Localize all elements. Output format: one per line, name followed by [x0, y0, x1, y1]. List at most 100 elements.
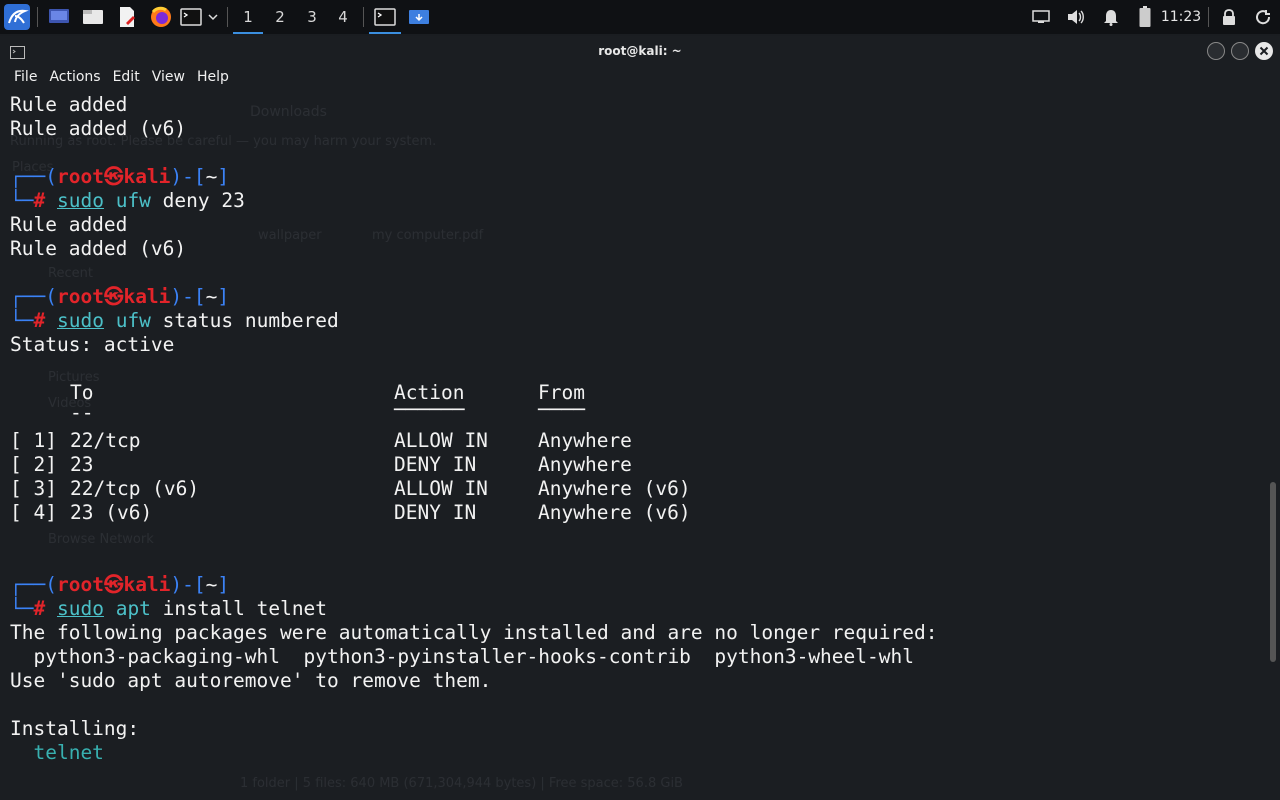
- lock-icon[interactable]: [1216, 0, 1242, 34]
- command-sudo: sudo: [56, 189, 104, 212]
- workspace-2[interactable]: 2: [265, 0, 295, 34]
- workspace-label: 1: [243, 8, 253, 26]
- workspace-4[interactable]: 4: [328, 0, 358, 34]
- show-desktop-icon[interactable]: [45, 0, 73, 34]
- workspace-3[interactable]: 3: [297, 0, 327, 34]
- table-underline-to: --: [70, 401, 94, 424]
- command-line: └─# sudo apt install telnet: [10, 597, 327, 621]
- status-line: Status: active: [10, 333, 175, 356]
- table-row-action: ALLOW IN: [394, 429, 488, 452]
- title-bar[interactable]: root@kali: ~: [0, 36, 1280, 66]
- command-args: install telnet: [150, 597, 328, 620]
- prompt-host: kali: [123, 573, 171, 596]
- prompt-dir: ~: [205, 285, 218, 308]
- prompt-line: ┌──(root㉿kali)-[~]: [10, 165, 229, 189]
- command-line: └─# sudo ufw status numbered: [10, 309, 339, 333]
- command-sudo: sudo: [56, 309, 104, 332]
- output-line: Rule added (v6): [10, 117, 187, 140]
- command-program: ufw: [115, 309, 151, 332]
- maximize-button[interactable]: [1231, 42, 1249, 60]
- table-row-to: 23 (v6): [70, 501, 153, 524]
- clock[interactable]: 11:23: [1158, 0, 1204, 34]
- command-program: apt: [115, 597, 151, 620]
- menu-actions[interactable]: Actions: [43, 66, 106, 88]
- prompt-frame: ┌──(: [10, 573, 57, 596]
- prompt-skull-icon: ㉿: [103, 573, 124, 596]
- menu-bar: File Actions Edit View Help: [0, 66, 235, 88]
- table-underline-from: ────: [538, 398, 585, 421]
- menu-file[interactable]: File: [0, 66, 43, 88]
- menu-edit[interactable]: Edit: [107, 66, 146, 88]
- chevron-down-icon[interactable]: [205, 0, 221, 34]
- menu-view[interactable]: View: [146, 66, 191, 88]
- command-line: └─# sudo ufw deny 23: [10, 189, 245, 213]
- prompt-host: kali: [123, 285, 171, 308]
- scrollbar[interactable]: [1270, 482, 1276, 662]
- table-row-from: Anywhere (v6): [538, 477, 691, 500]
- separator: [1208, 7, 1209, 27]
- prompt-line: ┌──(root㉿kali)-[~]: [10, 573, 229, 597]
- clock-text: 11:23: [1160, 9, 1202, 25]
- separator: [363, 7, 364, 27]
- command-program: ufw: [115, 189, 151, 212]
- terminal-window-icon[interactable]: [369, 0, 401, 34]
- separator: [37, 7, 38, 27]
- command-sudo: sudo: [56, 597, 104, 620]
- terminal-icon[interactable]: [179, 0, 203, 34]
- prompt-frame: ]: [217, 573, 230, 596]
- workspace-label: 4: [338, 8, 348, 26]
- terminal-window: root@kali: ~ File Actions Edit View Help…: [0, 36, 1280, 800]
- text-editor-icon[interactable]: [113, 0, 141, 34]
- output-line: The following packages were automaticall…: [10, 621, 938, 644]
- workspace-1[interactable]: 1: [233, 0, 263, 34]
- workspace-label: 2: [275, 8, 285, 26]
- table-row-num: [ 1]: [10, 429, 57, 452]
- prompt-frame: ]: [217, 285, 230, 308]
- table-row-action: DENY IN: [394, 501, 477, 524]
- output-line: Installing:: [10, 717, 140, 740]
- bell-icon[interactable]: [1098, 0, 1124, 34]
- file-manager-window-icon[interactable]: [405, 0, 433, 34]
- prompt-frame: └─: [10, 597, 34, 620]
- menu-help[interactable]: Help: [191, 66, 235, 88]
- power-icon[interactable]: [1250, 0, 1276, 34]
- output-line: Use 'sudo apt autoremove' to remove them…: [10, 669, 492, 692]
- prompt-user: root: [56, 165, 104, 188]
- table-row-from: Anywhere: [538, 453, 632, 476]
- workspace-label: 3: [307, 8, 317, 26]
- command-args: status numbered: [150, 309, 339, 332]
- volume-icon[interactable]: [1063, 0, 1089, 34]
- table-row-to: 22/tcp: [70, 429, 141, 452]
- prompt-frame: └─: [10, 309, 34, 332]
- minimize-button[interactable]: [1207, 42, 1225, 60]
- firefox-icon[interactable]: [147, 0, 175, 34]
- taskbar: 1 2 3 4 11:23: [0, 0, 1280, 34]
- prompt-skull-icon: ㉿: [103, 165, 124, 188]
- prompt-frame: └─: [10, 189, 34, 212]
- table-row-to: 23: [70, 453, 94, 476]
- close-button[interactable]: [1255, 42, 1273, 60]
- output-line: python3-packaging-whl python3-pyinstalle…: [10, 645, 914, 668]
- prompt-frame: ┌──(: [10, 165, 57, 188]
- prompt-host: kali: [123, 165, 171, 188]
- prompt-hash: #: [33, 597, 46, 620]
- kali-menu-icon[interactable]: [2, 0, 32, 34]
- prompt-hash: #: [33, 309, 46, 332]
- table-row-num: [ 2]: [10, 453, 57, 476]
- output-line: Rule added: [10, 213, 128, 236]
- prompt-frame: )-[: [170, 573, 206, 596]
- output-line: Rule added: [10, 93, 128, 116]
- display-icon[interactable]: [1028, 0, 1054, 34]
- prompt-frame: )-[: [170, 285, 206, 308]
- prompt-frame: )-[: [170, 165, 206, 188]
- command-args: deny 23: [150, 189, 245, 212]
- table-row-to: 22/tcp (v6): [70, 477, 200, 500]
- output-line: Rule added (v6): [10, 237, 187, 260]
- prompt-skull-icon: ㉿: [103, 285, 124, 308]
- separator: [227, 7, 228, 27]
- table-underline-action: ──────: [394, 398, 465, 421]
- file-manager-icon[interactable]: [79, 0, 107, 34]
- window-title: root@kali: ~: [598, 44, 682, 58]
- terminal-output[interactable]: Rule added Rule added (v6) ┌──(root㉿kali…: [0, 92, 1268, 800]
- prompt-user: root: [56, 285, 104, 308]
